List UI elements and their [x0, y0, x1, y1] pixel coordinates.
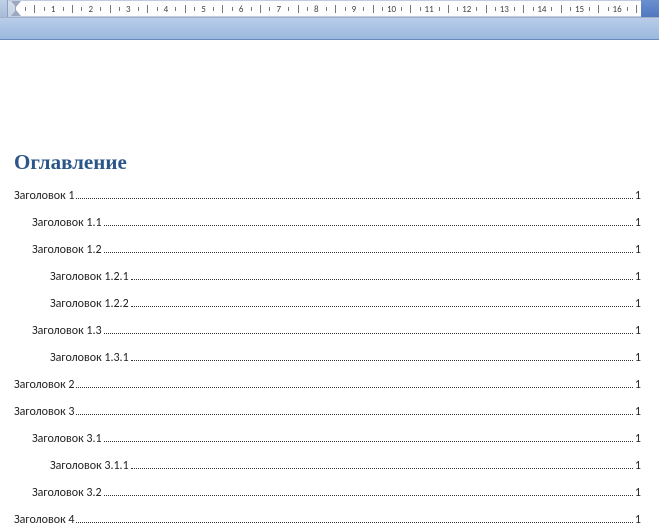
toc-entry-label: Заголовок 1.3.1: [50, 351, 129, 365]
toc-leader-dots: [76, 198, 632, 199]
toc-entry[interactable]: Заголовок 4 1: [14, 513, 659, 527]
toc-entry[interactable]: Заголовок 3 1: [14, 405, 659, 419]
toc-leader-dots: [104, 333, 633, 334]
ruler-number: 6: [239, 4, 244, 15]
toc-entry[interactable]: Заголовок 3.1 1: [14, 432, 659, 446]
toc-entry[interactable]: Заголовок 1.3 1: [14, 324, 659, 338]
toc-entry[interactable]: Заголовок 1.1 1: [14, 216, 659, 230]
document-page[interactable]: Оглавление Заголовок 11Заголовок 1.11Заг…: [0, 40, 659, 527]
ruler-number: 9: [352, 4, 357, 15]
toc-entry-label: Заголовок 1: [14, 189, 74, 203]
ruler-number: 7: [276, 4, 281, 15]
toc-entry-page: 1: [635, 459, 659, 473]
toc-entry[interactable]: Заголовок 1.2.2 1: [14, 297, 659, 311]
toc-leader-dots: [76, 522, 632, 523]
ruler-number: 4: [164, 4, 169, 15]
toc-entry-label: Заголовок 3.2: [32, 486, 102, 500]
ruler-left-cap: [0, 0, 8, 17]
toc-entry[interactable]: Заголовок 1.3.1 1: [14, 351, 659, 365]
toc-entry[interactable]: Заголовок 1.2 1: [14, 243, 659, 257]
ruler-number: 11: [425, 4, 434, 15]
first-line-indent-marker[interactable]: [11, 1, 21, 7]
ruler-number: 8: [314, 4, 319, 15]
ruler-number: 12: [462, 4, 471, 15]
toc-leader-dots: [131, 306, 633, 307]
ruler-number: 3: [126, 4, 131, 15]
ruler-number: 15: [575, 4, 584, 15]
horizontal-ruler[interactable]: 12345678910111213141516: [0, 0, 659, 18]
toc-entry-page: 1: [635, 513, 659, 527]
toc-entry-page: 1: [635, 378, 659, 392]
toc-leader-dots: [131, 279, 633, 280]
toc-entry-label: Заголовок 4: [14, 513, 74, 527]
ruler-scale[interactable]: 12345678910111213141516: [8, 0, 659, 17]
ruler-number: 2: [88, 4, 93, 15]
toc-list: Заголовок 1 1 Заголовок 1.1 1 Заголовок 1.2 1…: [14, 189, 659, 527]
toc-entry-page: 1: [635, 405, 659, 419]
ruler-right-cap: [641, 0, 659, 17]
toc-entry-page: 1: [635, 324, 659, 338]
toc-entry[interactable]: Заголовок 3.1.1 1: [14, 459, 659, 473]
ruler-number: 5: [201, 4, 206, 15]
toc-entry-page: 1: [635, 270, 659, 284]
toc-entry-page: 1: [635, 216, 659, 230]
toc-entry-label: Заголовок 1.2.2: [50, 297, 129, 311]
ruler-number: 13: [500, 4, 509, 15]
toc-entry-label: Заголовок 1.1: [32, 216, 102, 230]
toc-entry[interactable]: Заголовок 1.2.1 1: [14, 270, 659, 284]
toc-leader-dots: [76, 414, 632, 415]
toc-entry-label: Заголовок 1.2.1: [50, 270, 129, 284]
toc-entry-page: 1: [635, 189, 659, 203]
toc-entry-label: Заголовок 2: [14, 378, 74, 392]
toc-entry-page: 1: [635, 243, 659, 257]
toc-leader-dots: [104, 495, 633, 496]
ruler-number: 1: [51, 4, 56, 15]
toc-leader-dots: [131, 360, 633, 361]
toc-entry-page: 1: [635, 486, 659, 500]
toc-leader-dots: [104, 252, 633, 253]
ruler-number: 14: [537, 4, 546, 15]
toc-title: Оглавление: [14, 150, 659, 175]
toc-entry-page: 1: [635, 432, 659, 446]
toc-entry-page: 1: [635, 297, 659, 311]
toc-entry-label: Заголовок 1.2: [32, 243, 102, 257]
document-top-edge: [0, 18, 659, 40]
toc-entry-label: Заголовок 3.1.1: [50, 459, 129, 473]
hanging-indent-marker[interactable]: [11, 10, 21, 16]
ruler-number: 10: [387, 4, 396, 15]
toc-leader-dots: [76, 387, 632, 388]
toc-entry[interactable]: Заголовок 3.2 1: [14, 486, 659, 500]
ruler-number: 16: [613, 4, 622, 15]
toc-leader-dots: [131, 468, 633, 469]
toc-entry-label: Заголовок 3: [14, 405, 74, 419]
toc-leader-dots: [104, 441, 633, 442]
toc-leader-dots: [104, 225, 633, 226]
toc-entry-label: Заголовок 1.3: [32, 324, 102, 338]
toc-entry[interactable]: Заголовок 1 1: [14, 189, 659, 203]
toc-entry[interactable]: Заголовок 2 1: [14, 378, 659, 392]
toc-entry-label: Заголовок 3.1: [32, 432, 102, 446]
toc-entry-page: 1: [635, 351, 659, 365]
